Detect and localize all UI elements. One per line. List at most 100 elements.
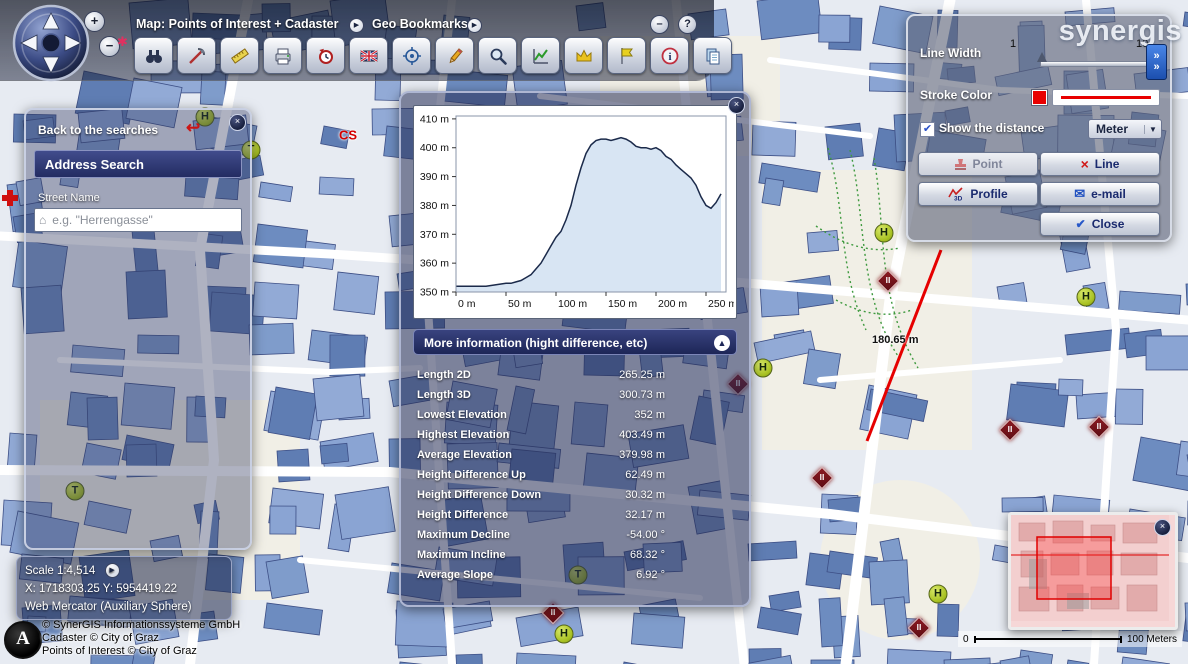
toolbar-button-chart[interactable] xyxy=(521,37,560,74)
map-marker-poi-green[interactable]: H xyxy=(754,359,773,378)
overview-map-render xyxy=(1011,515,1169,621)
line-width-slider-handle[interactable] xyxy=(1037,52,1047,62)
play-icon: ▶ xyxy=(109,567,114,574)
close-icon: × xyxy=(235,116,240,126)
point-button-label: Point xyxy=(973,157,1003,171)
more-information-toggle[interactable]: More information (hight difference, etc)… xyxy=(413,329,737,355)
overview-map-panel[interactable]: × xyxy=(1008,512,1178,630)
close-button-label: Close xyxy=(1092,217,1125,231)
map-marker-poi-green[interactable]: H xyxy=(555,625,574,644)
compass-navigator[interactable] xyxy=(12,4,90,87)
email-button[interactable]: ✉ e-mail xyxy=(1040,182,1160,206)
close-button[interactable]: ✔ Close xyxy=(1040,212,1160,236)
zoom-in-button[interactable]: + xyxy=(84,11,105,32)
pan-mode-button[interactable]: ✱ xyxy=(117,34,128,50)
stat-value: 300.73 m xyxy=(619,389,665,401)
help-button[interactable]: ? xyxy=(678,15,697,34)
map-status-panel: Scale 1:4,514 ▶ X: 1718303.25 Y: 5954419… xyxy=(16,556,232,620)
toolbar-button-favorites[interactable] xyxy=(564,37,603,74)
check-icon: ✔ xyxy=(923,123,932,135)
street-name-field: ⌂ xyxy=(34,208,242,232)
crosshair-icon xyxy=(402,46,422,66)
toolbar-button-language[interactable] xyxy=(349,37,388,74)
profile-button[interactable]: 3D Profile xyxy=(918,182,1038,206)
svg-text:3D: 3D xyxy=(954,196,963,202)
line-width-slider[interactable] xyxy=(1040,61,1158,67)
line-button[interactable]: × Line xyxy=(1040,152,1160,176)
stat-row: Highest Elevation403.49 m xyxy=(401,425,749,445)
stat-label: Height Difference Down xyxy=(417,489,541,501)
stat-row: Length 3D300.73 m xyxy=(401,385,749,405)
ruler-icon xyxy=(230,46,250,66)
stat-value: 403.49 m xyxy=(619,429,665,441)
copyright-line: © SynerGIS Informationssysteme GmbH xyxy=(42,619,240,632)
street-icon: ⌂ xyxy=(39,213,46,227)
stat-label: Lowest Elevation xyxy=(417,409,507,421)
chevron-up-icon: ▲ xyxy=(718,338,727,348)
toolbar-button-measure[interactable] xyxy=(220,37,259,74)
map-marker-label-red[interactable]: CS xyxy=(339,128,357,143)
stroke-color-swatch[interactable] xyxy=(1032,90,1047,105)
map-marker-poi-green[interactable]: H xyxy=(929,585,948,604)
more-information-label: More information (hight difference, etc) xyxy=(424,336,647,350)
stat-value: 265.25 m xyxy=(619,369,665,381)
street-name-input[interactable] xyxy=(50,212,237,228)
toolbar-button-search[interactable] xyxy=(134,37,173,74)
stat-label: Maximum Incline xyxy=(417,549,506,561)
toolbar-button-copy[interactable] xyxy=(693,37,732,74)
panel-expander-tab[interactable]: » » xyxy=(1146,44,1167,80)
toolbar-button-draw[interactable] xyxy=(435,37,474,74)
map-marker-pharmacy-cross[interactable] xyxy=(2,190,18,206)
toolbar-button-flag[interactable] xyxy=(607,37,646,74)
back-to-searches-link[interactable]: Back to the searches xyxy=(38,123,158,137)
line-width-label: Line Width xyxy=(920,46,981,60)
stat-label: Length 2D xyxy=(417,369,471,381)
stat-label: Maximum Decline xyxy=(417,529,510,541)
geo-bookmarks-expand-button[interactable]: ▶ xyxy=(467,18,482,33)
toolbar-button-locate[interactable] xyxy=(392,37,431,74)
overview-close-button[interactable]: × xyxy=(1154,519,1171,536)
collapse-chevron-button[interactable]: ▲ xyxy=(714,335,730,351)
svg-text:200 m: 200 m xyxy=(658,298,687,310)
address-panel-close-button[interactable]: × xyxy=(229,114,246,131)
stat-label: Average Slope xyxy=(417,569,493,581)
map-marker-poi-green[interactable]: H xyxy=(875,224,894,243)
toolbar-button-print[interactable] xyxy=(263,37,302,74)
svg-text:150 m: 150 m xyxy=(608,298,637,310)
svg-text:380 m: 380 m xyxy=(420,200,449,212)
point-button[interactable]: Point xyxy=(918,152,1038,176)
profile-3d-icon: 3D xyxy=(948,187,964,201)
stat-row: Height Difference32.17 m xyxy=(401,505,749,525)
printer-icon xyxy=(273,46,293,66)
toolbar-button-history[interactable] xyxy=(306,37,345,74)
stat-value: 68.32 ° xyxy=(630,549,665,561)
profile-panel-close-button[interactable]: × xyxy=(728,97,745,114)
scale-bar: 0 100 Meters xyxy=(958,631,1182,647)
close-check-icon: ✔ xyxy=(1076,217,1086,231)
scale-expand-button[interactable]: ▶ xyxy=(105,563,120,578)
unit-value: Meter xyxy=(1089,122,1144,136)
pickaxe-icon xyxy=(187,46,207,66)
stroke-color-label: Stroke Color xyxy=(920,88,992,102)
elevation-chart-box: 410 m400 m390 m380 m370 m360 m350 m0 m50… xyxy=(413,105,737,319)
show-distance-checkbox[interactable]: ✔ xyxy=(920,122,935,137)
unit-dropdown[interactable]: Meter ▼ xyxy=(1088,119,1162,139)
back-arrow-icon: ↩ xyxy=(186,118,200,138)
toolbar-button-tools[interactable] xyxy=(177,37,216,74)
close-icon: × xyxy=(1160,521,1165,531)
toolbar-button-zoom[interactable] xyxy=(478,37,517,74)
toolbar-button-info[interactable]: i xyxy=(650,37,689,74)
stat-value: 30.32 m xyxy=(625,489,665,501)
distance-label: 180.65 m xyxy=(872,334,918,346)
svg-text:350 m: 350 m xyxy=(420,287,449,299)
stat-label: Height Difference Up xyxy=(417,469,526,481)
map-title-expand-button[interactable]: ▶ xyxy=(349,18,364,33)
scale-bar-max: 100 Meters xyxy=(1127,634,1177,645)
app-window: 180.65 m HTHHHTTHHⅢⅢⅢⅢⅢⅢⅢCS Map: Points … xyxy=(0,0,1188,664)
scale-text: Scale 1:4,514 xyxy=(25,565,95,577)
address-search-panel: × Back to the searches ↩ Address Search … xyxy=(24,108,252,550)
minimize-button[interactable]: – xyxy=(650,15,669,34)
copyright-line: Points of Interest © City of Graz xyxy=(42,645,240,658)
museum-icon: Ⅲ xyxy=(1003,423,1017,437)
map-marker-poi-green[interactable]: H xyxy=(1077,288,1096,307)
